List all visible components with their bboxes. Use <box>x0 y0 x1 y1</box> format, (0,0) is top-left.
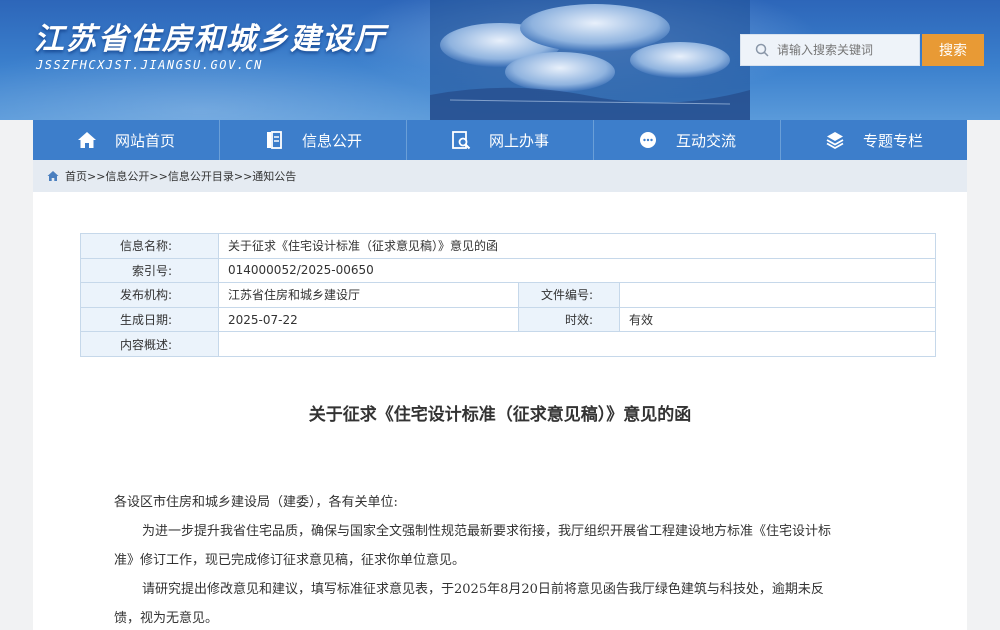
breadcrumb-text[interactable]: 首页>>信息公开>>信息公开目录>>通知公告 <box>65 168 296 184</box>
table-row: 信息名称: 关于征求《住宅设计标准（征求意见稿）》意见的函 <box>80 233 936 259</box>
index-label: 索引号: <box>80 257 219 284</box>
org-label: 发布机构: <box>80 282 219 308</box>
chat-icon <box>639 132 656 148</box>
validity-value: 有效 <box>619 306 936 333</box>
table-row: 生成日期: 2025-07-22 时效: 有效 <box>80 306 936 333</box>
breadcrumb: 首页>>信息公开>>信息公开目录>>通知公告 <box>33 160 967 192</box>
nav-online-label: 网上办事 <box>488 131 549 150</box>
nav-home-label: 网站首页 <box>114 131 175 150</box>
summary-label: 内容概述: <box>80 331 219 357</box>
name-value: 关于征求《住宅设计标准（征求意见稿）》意见的函 <box>218 233 936 259</box>
search-box <box>740 34 920 66</box>
nav-interaction[interactable]: 互动交流 <box>594 120 781 160</box>
nav-topics-label: 专题专栏 <box>862 131 923 150</box>
date-label: 生成日期: <box>80 306 219 333</box>
search-input[interactable] <box>777 40 917 60</box>
search-button[interactable]: 搜索 <box>922 34 984 66</box>
layers-icon <box>826 132 844 150</box>
docno-label: 文件编号: <box>518 282 620 308</box>
main-nav: 网站首页 信息公开 网上办事 互动交流 专题专栏 <box>33 120 967 160</box>
org-value: 江苏省住房和城乡建设厅 <box>218 282 519 308</box>
document-icon <box>266 131 282 149</box>
document-title: 关于征求《住宅设计标准（征求意见稿）》意见的函 <box>308 405 692 425</box>
date-value: 2025-07-22 <box>218 306 519 333</box>
paragraph-2-line-1: 请研究提出修改意见和建议，填写标准征求意见表，于2025年8月20日前将意见函告… <box>142 582 824 597</box>
table-row: 发布机构: 江苏省住房和城乡建设厅 文件编号: <box>80 282 936 308</box>
nav-special-topics[interactable]: 专题专栏 <box>781 120 967 160</box>
nav-interaction-label: 互动交流 <box>675 131 736 150</box>
site-url: JSSZFHCXJST.JIANGSU.GOV.CN <box>36 58 263 72</box>
home-icon <box>77 132 96 148</box>
content-panel: 信息名称: 关于征求《住宅设计标准（征求意见稿）》意见的函 索引号: 01400… <box>33 192 967 630</box>
docno-value <box>619 282 936 308</box>
nav-info-label: 信息公开 <box>301 131 362 150</box>
home-icon <box>47 171 59 181</box>
header-banner: 江苏省住房和城乡建设厅 JSSZFHCXJST.JIANGSU.GOV.CN 搜… <box>0 0 1000 120</box>
search-doc-icon <box>452 131 471 150</box>
paragraph-2-line-2: 馈，视为无意见。 <box>114 611 219 626</box>
document-body: 各设区市住房和城乡建设局（建委），各有关单位: 为进一步提升我省住宅品质，确保与… <box>114 488 894 630</box>
nav-home[interactable]: 网站首页 <box>33 120 220 160</box>
validity-label: 时效: <box>518 306 620 333</box>
paragraph-1-line-2: 准》修订工作，现已完成修订征求意见稿，征求你单位意见。 <box>114 553 466 568</box>
stadium-illustration <box>430 0 750 120</box>
salutation: 各设区市住房和城乡建设局（建委），各有关单位: <box>114 495 398 510</box>
index-value: 014000052/2025-00650 <box>218 257 936 284</box>
name-label: 信息名称: <box>80 233 219 259</box>
summary-value <box>218 331 936 357</box>
nav-info-disclosure[interactable]: 信息公开 <box>220 120 407 160</box>
nav-online-services[interactable]: 网上办事 <box>407 120 594 160</box>
search-icon <box>755 43 769 57</box>
table-row: 内容概述: <box>80 331 936 357</box>
info-table: 信息名称: 关于征求《住宅设计标准（征求意见稿）》意见的函 索引号: 01400… <box>80 233 936 357</box>
paragraph-1-line-1: 为进一步提升我省住宅品质，确保与国家全文强制性规范最新要求衔接，我厅组织开展省工… <box>142 524 832 539</box>
site-title: 江苏省住房和城乡建设厅 <box>34 22 386 57</box>
table-row: 索引号: 014000052/2025-00650 <box>80 257 936 284</box>
